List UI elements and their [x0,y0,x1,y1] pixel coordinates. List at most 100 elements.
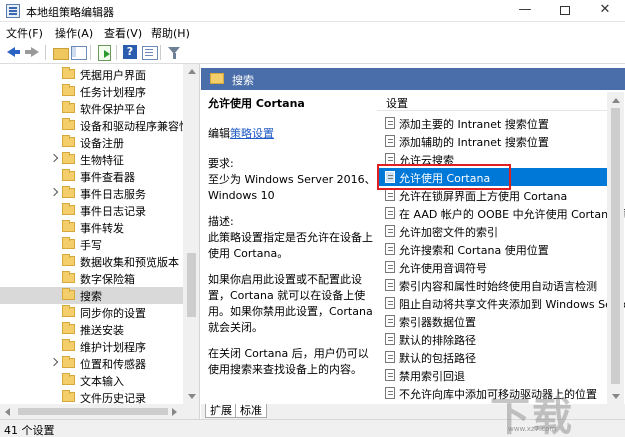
filter-icon[interactable] [166,44,183,61]
details-pane: 搜索 允许使用 Cortana 编辑策略设置 要求: 至少为 Windows S… [201,64,625,404]
menu-help[interactable]: 帮助(H) [151,25,190,41]
folder-icon [62,186,75,198]
close-button[interactable]: ✕ [585,0,625,22]
tree-item[interactable]: 设备注册 [0,134,183,151]
setting-label: 在 AAD 帐户的 OOBE 中允许使用 Cortana 页面 [399,208,625,221]
scroll-thumb[interactable] [18,408,168,415]
edit-policy-link[interactable]: 策略设置 [230,127,274,140]
folder-icon [62,118,75,130]
setting-label: 禁用索引回退 [399,370,465,383]
policy-setting-icon [385,369,395,381]
tree-item-label: 数据收集和预览版本 [80,256,179,269]
scroll-down-icon[interactable] [188,394,196,399]
scroll-right-icon[interactable] [172,408,177,416]
requirements: 要求: 至少为 Windows Server 2016、Windows 10 [208,156,376,204]
tree-item[interactable]: 手写 [0,236,183,253]
tree-item[interactable]: 生物特征 [0,151,183,168]
tree-item-label: 推送安装 [80,324,124,337]
tree-item[interactable]: 维护计划程序 [0,338,183,355]
tree-item[interactable]: 事件转发 [0,219,183,236]
tree-item[interactable]: 位置和传感器 [0,355,183,372]
chevron-right-icon[interactable] [50,189,58,197]
edit-prefix: 编辑 [208,127,230,140]
policy-setting-icon [385,117,395,129]
policy-editor-icon [6,4,20,18]
setting-label: 阻止自动将共享文件夹添加到 Windows Search [399,298,625,311]
policy-setting-icon [385,387,395,399]
chevron-right-icon[interactable] [50,155,58,163]
tree-item[interactable]: 数字保险箱 [0,270,183,287]
tree-item[interactable]: 事件查看器 [0,168,183,185]
chevron-right-icon[interactable] [50,359,58,367]
tree-item[interactable]: 事件日志记录 [0,202,183,219]
tree-item[interactable]: 设备和驱动程序兼容性 [0,117,190,134]
tree-vertical-scrollbar[interactable] [183,64,199,404]
setting-row[interactable]: 禁用索引回退 [377,366,608,384]
setting-row[interactable]: 添加辅助的 Intranet 搜索位置 [377,132,608,150]
setting-row[interactable]: 允许搜索和 Cortana 使用位置 [377,240,608,258]
maximize-button[interactable] [545,0,585,22]
header-divider [377,110,607,111]
setting-row[interactable]: 允许使用音调符号 [377,258,608,276]
description-label: 描述: [208,215,234,228]
back-arrow-icon[interactable] [5,44,22,61]
scroll-thumb[interactable] [611,108,620,384]
tree-item[interactable]: 同步你的设置 [0,304,183,321]
tree-item-label: 手写 [80,239,102,252]
setting-heading: 允许使用 Cortana [208,97,305,110]
tree-item[interactable]: 凭据用户界面 [0,66,183,83]
setting-row[interactable]: 添加主要的 Intranet 搜索位置 [377,114,608,132]
tree-item[interactable]: 软件保护平台 [0,100,183,117]
folder-icon [210,73,224,84]
export-list-icon[interactable] [96,44,113,61]
folder-icon [62,254,75,266]
tree-item[interactable]: 任务计划程序 [0,83,183,100]
scroll-thumb[interactable] [187,253,196,317]
setting-row[interactable]: 索引内容和属性时始终使用自动语言检测 [377,276,608,294]
toolbar-separator [90,45,91,60]
tree-item[interactable]: 事件日志服务 [0,185,183,202]
status-text: 41 个设置 [4,424,55,437]
setting-row[interactable]: 允许加密文件的索引 [377,222,608,240]
tree-horizontal-scrollbar[interactable] [0,404,200,419]
setting-row[interactable]: 索引器数据位置 [377,312,608,330]
scroll-up-icon[interactable] [612,98,620,103]
tree-item-label: 事件转发 [80,222,124,235]
setting-row[interactable]: 默认的包括路径 [377,348,608,366]
menu-view[interactable]: 查看(V) [104,25,142,41]
policy-setting-icon [385,225,395,237]
properties-icon[interactable] [141,44,158,61]
toolbar-separator [45,45,46,60]
highlight-annotation [377,164,511,190]
settings-column-header[interactable]: 设置 [386,95,408,111]
tree-item[interactable]: 文本输入 [0,372,183,389]
up-folder-icon[interactable] [52,44,69,61]
menu-action[interactable]: 操作(A) [55,25,93,41]
settings-list: 设置 添加主要的 Intranet 搜索位置 添加辅助的 Intranet 搜索位… [377,92,625,404]
help-icon[interactable] [122,44,139,61]
description: 描述: 此策略设置指定是否允许在设备上使用 Cortana。 [208,214,376,262]
toolbar-separator [116,45,117,60]
tab-extended[interactable]: 扩展 [205,404,237,418]
show-hide-tree-icon[interactable] [70,44,87,61]
tree-item[interactable]: 文件历史记录 [0,389,183,404]
tree-item[interactable]: 推送安装 [0,321,183,338]
tree-item[interactable]: 数据收集和预览版本 [0,253,183,270]
tree-item[interactable]: 搜索 [0,287,183,304]
folder-icon [62,305,75,317]
tree-item-label: 文本输入 [80,375,124,388]
tree-item-label: 事件日志记录 [80,205,146,218]
setting-row[interactable]: 阻止自动将共享文件夹添加到 Windows Search [377,294,625,312]
tree-item-label: 数字保险箱 [80,273,135,286]
tab-standard[interactable]: 标准 [235,404,267,418]
scroll-up-icon[interactable] [188,69,196,74]
minimize-button[interactable]: — [505,0,545,22]
forward-arrow-icon[interactable] [24,44,41,61]
setting-row[interactable]: 在 AAD 帐户的 OOBE 中允许使用 Cortana 页面 [377,204,625,222]
settings-vertical-scrollbar[interactable] [607,92,624,404]
scroll-left-icon[interactable] [5,408,10,416]
tree-item-label: 软件保护平台 [80,103,146,116]
folder-icon [62,152,75,164]
setting-row[interactable]: 默认的排除路径 [377,330,608,348]
menu-file[interactable]: 文件(F) [6,25,43,41]
